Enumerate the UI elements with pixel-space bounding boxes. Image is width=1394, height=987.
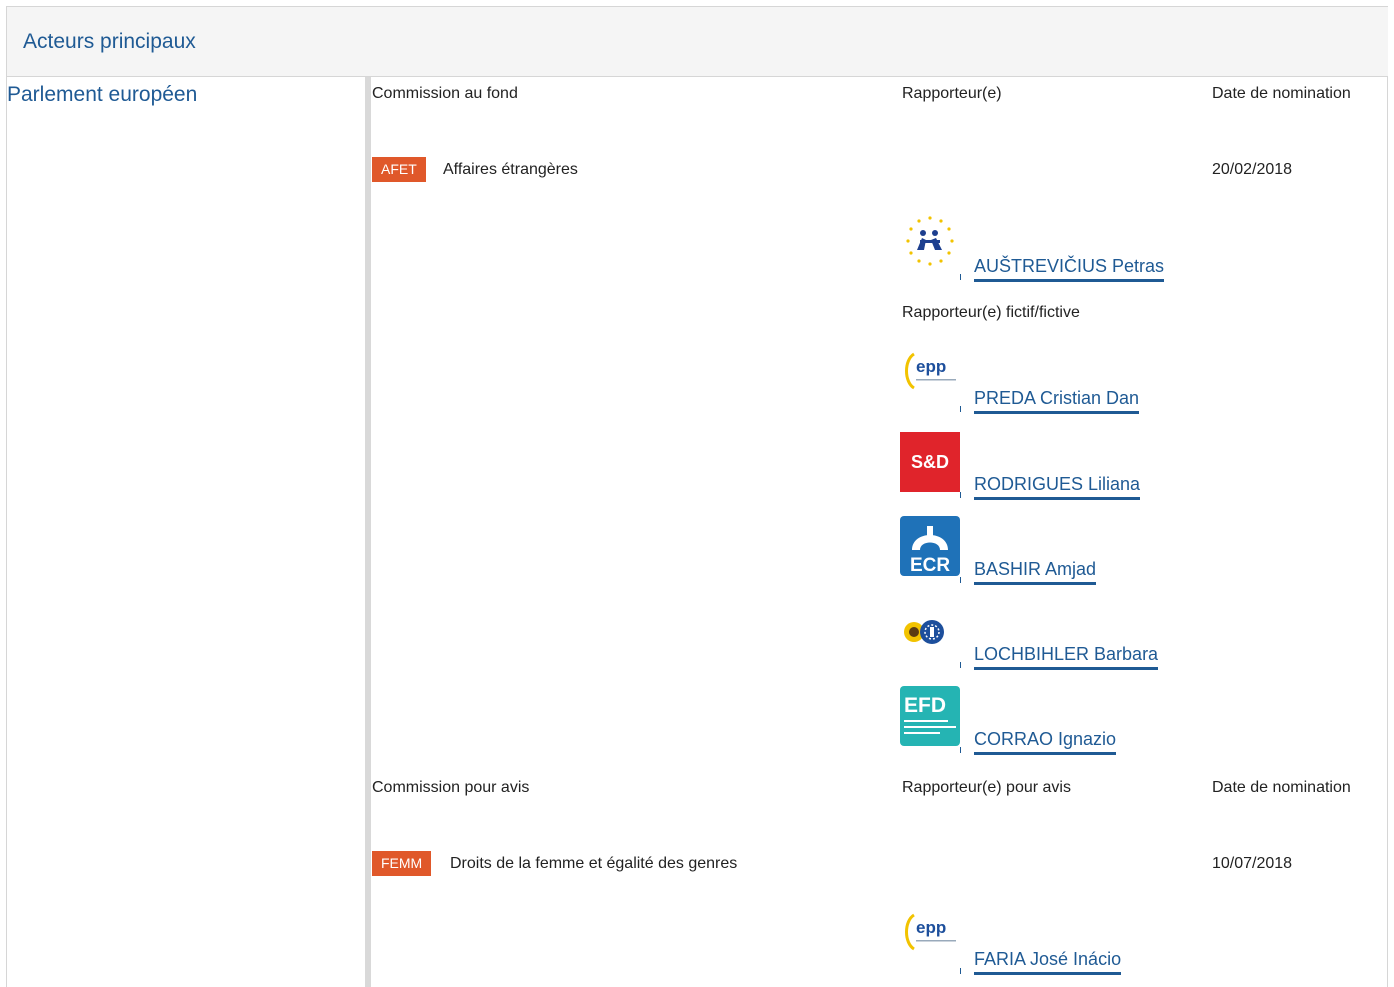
committee-badge-femm[interactable]: FEMM [372, 851, 432, 876]
opinion-rapporteur-link-faria[interactable]: FARIA José Inácio [974, 946, 1122, 975]
opinion-committee-name: Droits de la femme et égalité des genres [450, 855, 738, 872]
svg-text:epp: epp [916, 357, 946, 376]
panel-title: Acteurs principaux [23, 30, 196, 53]
greens-efa-logo-icon [900, 602, 960, 662]
lead-committee-header: Commission au fond [372, 85, 518, 102]
efdd-logo-icon: EFD [900, 686, 960, 746]
opinion-appointment-date: 10/07/2018 [1212, 855, 1293, 872]
lead-committee-name: Affaires étrangères [443, 161, 578, 178]
shadow-rapporteur-header: Rapporteur(e) fictif/fictive [902, 304, 1080, 321]
opinion-date-header: Date de nomination [1212, 779, 1351, 796]
lead-date-header: Date de nomination [1212, 85, 1351, 102]
shadow-link-bashir[interactable]: BASHIR Amjad [974, 556, 1097, 585]
ecr-logo-icon: ECR [900, 516, 960, 576]
actors-panel [6, 6, 1388, 987]
institution-label: Parlement européen [7, 83, 198, 106]
column-divider [365, 77, 371, 987]
svg-text:EFD: EFD [904, 694, 946, 717]
epp-logo-icon: epp [900, 907, 960, 967]
shadow-link-rodrigues[interactable]: RODRIGUES Liliana [974, 471, 1141, 500]
shadow-link-corrao[interactable]: CORRAO Ignazio [974, 726, 1117, 755]
alde-logo-icon [900, 212, 960, 272]
svg-text:ECR: ECR [910, 555, 950, 576]
rapporteur-link-austrevicius[interactable]: AUŠTREVIČIUS Petras [974, 253, 1165, 282]
shadow-link-preda[interactable]: PREDA Cristian Dan [974, 385, 1140, 414]
sd-logo-icon: S&D [900, 432, 960, 492]
lead-rapporteur-header: Rapporteur(e) [902, 85, 1002, 102]
shadow-link-lochbihler[interactable]: LOCHBIHLER Barbara [974, 641, 1159, 670]
lead-appointment-date: 20/02/2018 [1212, 161, 1293, 178]
committee-badge-afet[interactable]: AFET [372, 157, 426, 182]
opinion-committee-header: Commission pour avis [372, 779, 530, 796]
opinion-rapporteur-header: Rapporteur(e) pour avis [902, 779, 1071, 796]
panel-header [7, 7, 1388, 77]
svg-text:epp: epp [916, 918, 946, 937]
epp-logo-icon: epp [900, 346, 960, 406]
